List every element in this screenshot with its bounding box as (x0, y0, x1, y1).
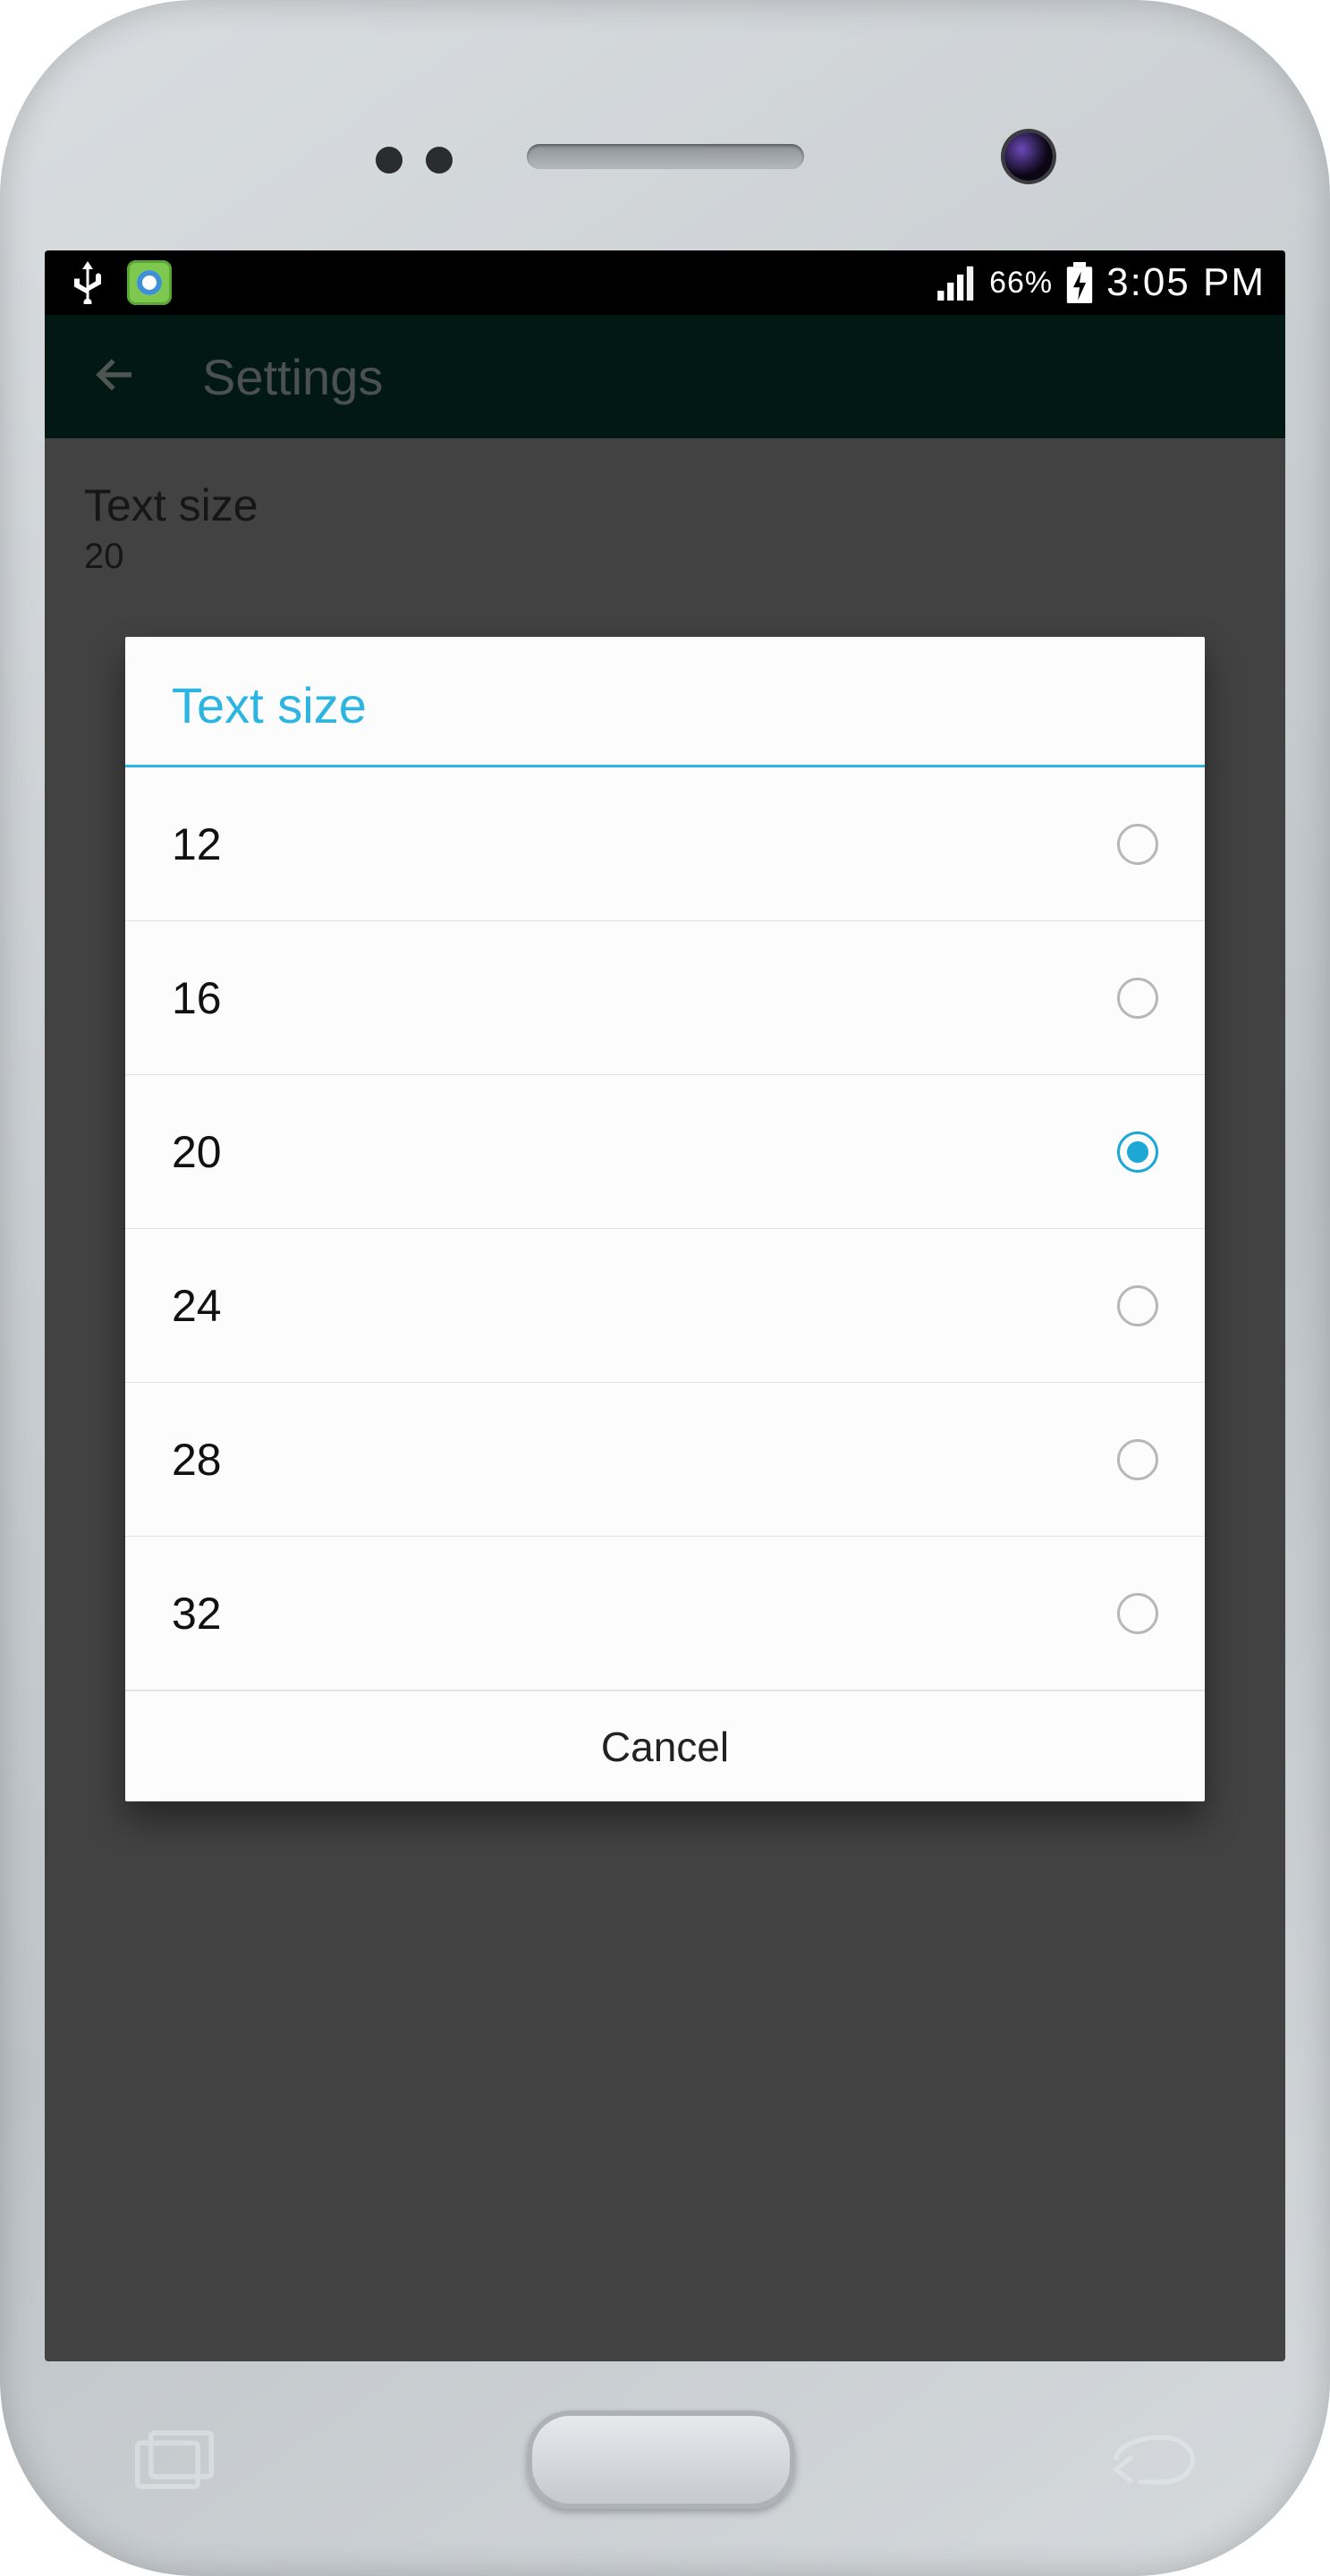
option-label: 32 (172, 1588, 222, 1640)
app-header: Settings (45, 315, 1285, 438)
screen: 66% 3:05 PM Settings (45, 250, 1285, 2361)
cancel-label: Cancel (601, 1724, 729, 1770)
phone-bezel-top (45, 63, 1285, 250)
app-notification-icon (127, 260, 172, 305)
option-28[interactable]: 28 (125, 1383, 1205, 1537)
settings-row-text-size[interactable]: Text size 20 (45, 438, 1285, 618)
option-label: 24 (172, 1280, 222, 1332)
option-20[interactable]: 20 (125, 1075, 1205, 1229)
sensor-dots (376, 147, 453, 174)
page-title: Settings (202, 348, 383, 406)
settings-row-value: 20 (84, 537, 1246, 577)
radio-icon (1117, 824, 1158, 865)
recent-apps-icon[interactable] (134, 2428, 215, 2491)
radio-icon (1117, 1593, 1158, 1634)
dialog-actions: Cancel (125, 1690, 1205, 1801)
dialog-header: Text size (125, 637, 1205, 765)
option-label: 12 (172, 818, 222, 870)
dialog-title: Text size (172, 676, 1158, 734)
option-16[interactable]: 16 (125, 921, 1205, 1075)
front-camera (1004, 132, 1053, 181)
earpiece-speaker (527, 144, 804, 169)
usb-icon (70, 261, 106, 304)
hardware-buttons (0, 2397, 1330, 2522)
dialog-options: 12 16 20 24 28 (125, 767, 1205, 1690)
radio-icon (1117, 978, 1158, 1019)
option-12[interactable]: 12 (125, 767, 1205, 921)
home-button[interactable] (527, 2411, 795, 2509)
signal-icon (937, 265, 977, 301)
cancel-button[interactable]: Cancel (601, 1723, 729, 1771)
radio-icon-selected (1117, 1131, 1158, 1173)
text-size-dialog: Text size 12 16 20 24 (125, 637, 1205, 1801)
option-label: 20 (172, 1126, 222, 1178)
option-32[interactable]: 32 (125, 1537, 1205, 1690)
back-arrow-icon[interactable] (91, 351, 140, 403)
settings-row-label: Text size (84, 479, 1246, 531)
option-label: 16 (172, 972, 222, 1024)
battery-charging-icon (1065, 262, 1094, 303)
option-24[interactable]: 24 (125, 1229, 1205, 1383)
radio-icon (1117, 1285, 1158, 1326)
status-bar: 66% 3:05 PM (45, 250, 1285, 315)
battery-percent: 66% (989, 266, 1053, 301)
back-icon[interactable] (1106, 2428, 1196, 2491)
phone-frame: 66% 3:05 PM Settings (0, 0, 1330, 2576)
status-time: 3:05 PM (1106, 260, 1266, 305)
radio-icon (1117, 1439, 1158, 1480)
option-label: 28 (172, 1434, 222, 1486)
